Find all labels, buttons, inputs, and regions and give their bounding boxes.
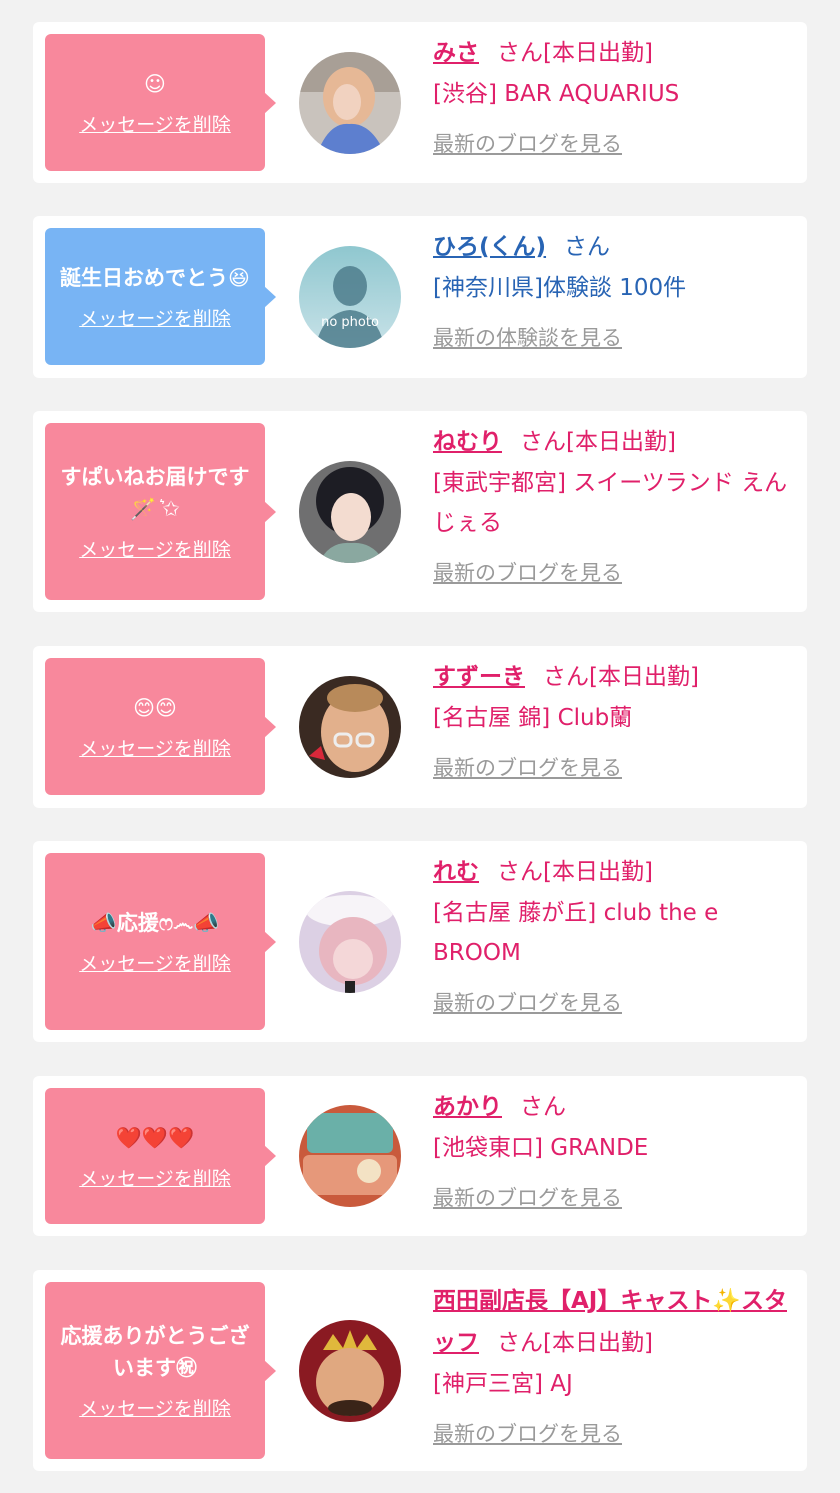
- list-item: 😊😊 メッセージを削除 すずーき さん[本日出勤] [名古屋 錦] Club蘭 最…: [33, 646, 807, 808]
- cast-status: さん: [520, 1094, 566, 1120]
- avatar[interactable]: [299, 1105, 401, 1207]
- message-text: ❤️❤️❤️: [115, 1125, 195, 1150]
- delete-message-button[interactable]: メッセージを削除: [79, 535, 231, 562]
- message-bubble: 😊😊 メッセージを削除: [45, 658, 276, 795]
- message-bubble: ❤️❤️❤️ メッセージを削除: [45, 1088, 276, 1224]
- delete-message-button[interactable]: メッセージを削除: [79, 1164, 231, 1191]
- avatar-image: [299, 461, 401, 563]
- cast-status: さん[本日出勤]: [497, 40, 653, 66]
- shop-name: [名古屋 藤が丘] club the e BROOM: [433, 900, 719, 966]
- review-link[interactable]: 最新の体験談を見る: [433, 322, 622, 352]
- delete-message-button[interactable]: メッセージを削除: [79, 1394, 231, 1421]
- cast-info: みさ さん[本日出勤] [渋谷] BAR AQUARIUS 最新のブログを見る: [433, 32, 793, 158]
- avatar-image: [299, 891, 401, 993]
- blog-link[interactable]: 最新のブログを見る: [433, 1418, 622, 1448]
- cast-name-link[interactable]: れむ: [433, 859, 479, 885]
- cast-name-link[interactable]: ひろ(くん): [433, 234, 546, 260]
- avatar[interactable]: [299, 52, 401, 154]
- avatar-image: [299, 1320, 401, 1422]
- shop-name: [名古屋 錦] Club蘭: [433, 705, 633, 731]
- avatar-image: [299, 1105, 401, 1207]
- message-text: 📣応援ෆ෴📣: [90, 911, 220, 935]
- shop-name: [神戸三宮] AJ: [433, 1371, 573, 1397]
- message-bubble: すぱいねお届けです🪄 ͛✩ メッセージを削除: [45, 423, 276, 600]
- blog-link[interactable]: 最新のブログを見る: [433, 1182, 622, 1212]
- delete-message-button[interactable]: メッセージを削除: [79, 110, 231, 137]
- cast-info: れむ さん[本日出勤] [名古屋 藤が丘] club the e BROOM 最新…: [433, 851, 793, 1017]
- message-bubble: 応援ありがとうございます㊗ メッセージを削除: [45, 1282, 276, 1459]
- shop-name: [神奈川県]体験談 100件: [433, 275, 687, 301]
- shop-name: [渋谷] BAR AQUARIUS: [433, 81, 680, 107]
- message-list: ☺ メッセージを削除 みさ さん[本日出勤] [渋谷] BAR AQUARIUS …: [0, 0, 840, 1493]
- avatar-image: [299, 676, 401, 778]
- cast-status: さん: [564, 234, 611, 260]
- avatar[interactable]: [299, 1320, 401, 1422]
- message-bubble: ☺ メッセージを削除: [45, 34, 276, 171]
- cast-name-link[interactable]: あかり: [433, 1094, 502, 1120]
- cast-status: さん[本日出勤]: [497, 859, 653, 885]
- delete-message-button[interactable]: メッセージを削除: [79, 734, 231, 761]
- list-item: すぱいねお届けです🪄 ͛✩ メッセージを削除 ねむり さん[本日出勤] [東武宇都…: [33, 411, 807, 612]
- message-text: ☺: [144, 72, 166, 96]
- message-text: すぱいねお届けです🪄 ͛✩: [60, 465, 250, 521]
- no-photo-icon: no photo: [299, 246, 401, 348]
- avatar[interactable]: [299, 891, 401, 993]
- avatar[interactable]: [299, 676, 401, 778]
- message-text: 応援ありがとうございます㊗: [60, 1324, 250, 1380]
- delete-message-button[interactable]: メッセージを削除: [79, 949, 231, 976]
- no-photo-text: no photo: [321, 315, 379, 330]
- cast-status: さん[本日出勤]: [520, 429, 676, 455]
- cast-info: ねむり さん[本日出勤] [東武宇都宮] スイーツランド えんじぇる 最新のブログ…: [433, 421, 793, 587]
- list-item: ❤️❤️❤️ メッセージを削除 あかり さん [池袋東口] GRANDE 最新のブ…: [33, 1076, 807, 1236]
- blog-link[interactable]: 最新のブログを見る: [433, 128, 622, 158]
- blog-link[interactable]: 最新のブログを見る: [433, 987, 622, 1017]
- message-bubble: 誕生日おめでとう😆 メッセージを削除: [45, 228, 276, 365]
- cast-status: さん[本日出勤]: [497, 1330, 653, 1356]
- list-item: ☺ メッセージを削除 みさ さん[本日出勤] [渋谷] BAR AQUARIUS …: [33, 22, 807, 183]
- avatar-image: [299, 52, 401, 154]
- list-item: 📣応援ෆ෴📣 メッセージを削除 れむ さん[本日出勤] [名古屋 藤が丘] clu…: [33, 841, 807, 1042]
- cast-info: あかり さん [池袋東口] GRANDE 最新のブログを見る: [433, 1086, 793, 1212]
- message-text: 😊😊: [133, 696, 177, 720]
- cast-name-link[interactable]: すずーき: [433, 664, 525, 690]
- delete-message-button[interactable]: メッセージを削除: [79, 304, 231, 331]
- cast-info: ひろ(くん) さん [神奈川県]体験談 100件 最新の体験談を見る: [433, 226, 793, 352]
- cast-status: さん[本日出勤]: [543, 664, 699, 690]
- avatar[interactable]: no photo: [299, 246, 401, 348]
- cast-name-link[interactable]: みさ: [433, 40, 479, 66]
- list-item: 誕生日おめでとう😆 メッセージを削除 no photo ひろ(くん) さん [神奈…: [33, 216, 807, 378]
- message-bubble: 📣応援ෆ෴📣 メッセージを削除: [45, 853, 276, 1030]
- avatar[interactable]: [299, 461, 401, 563]
- blog-link[interactable]: 最新のブログを見る: [433, 752, 622, 782]
- blog-link[interactable]: 最新のブログを見る: [433, 557, 622, 587]
- shop-name: [東武宇都宮] スイーツランド えんじぇる: [433, 470, 788, 536]
- cast-info: 西田副店長【AJ】キャスト✨スタッフ さん[本日出勤] [神戸三宮] AJ 最新の…: [433, 1280, 793, 1448]
- shop-name: [池袋東口] GRANDE: [433, 1135, 649, 1161]
- cast-info: すずーき さん[本日出勤] [名古屋 錦] Club蘭 最新のブログを見る: [433, 656, 793, 782]
- list-item: 応援ありがとうございます㊗ メッセージを削除 西田副店長【AJ】キャスト✨スタッ…: [33, 1270, 807, 1471]
- cast-name-link[interactable]: ねむり: [433, 429, 502, 455]
- message-text: 誕生日おめでとう😆: [60, 266, 250, 290]
